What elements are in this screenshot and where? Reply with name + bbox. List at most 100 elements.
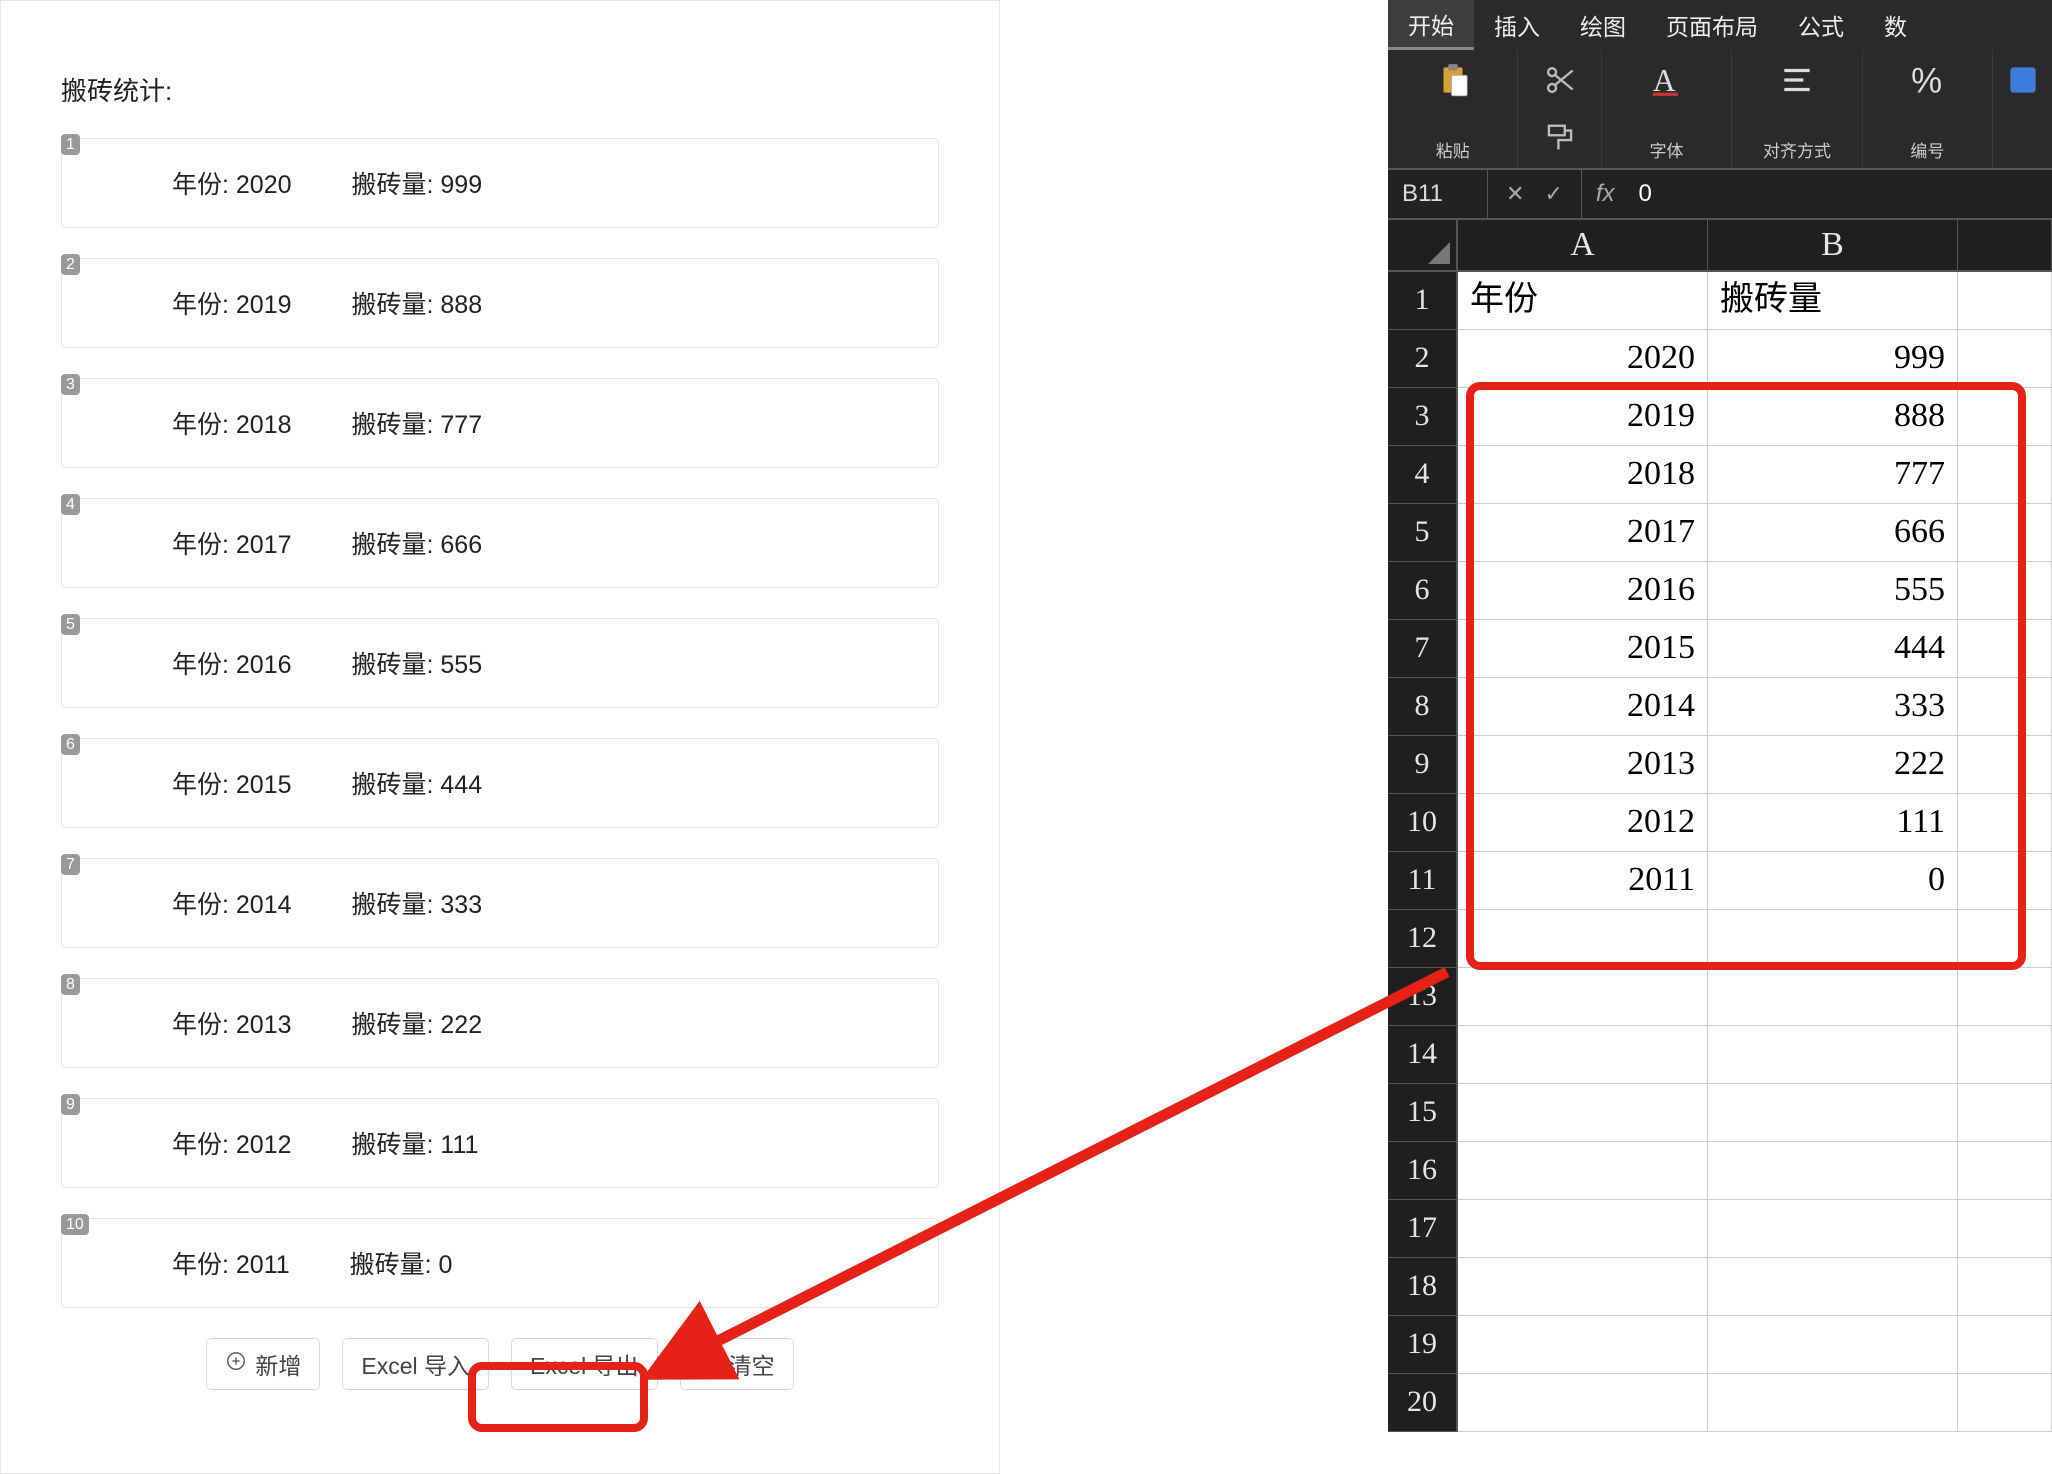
cell[interactable] [1708, 1258, 1958, 1316]
cell[interactable] [1458, 1316, 1708, 1374]
row-header[interactable]: 7 [1388, 620, 1458, 678]
row-header[interactable]: 20 [1388, 1374, 1458, 1432]
cell[interactable] [1958, 620, 2052, 678]
cell[interactable] [1958, 678, 2052, 736]
cell[interactable]: 444 [1708, 620, 1958, 678]
cell[interactable] [1958, 1026, 2052, 1084]
clear-button[interactable]: 清空 [680, 1338, 794, 1390]
ribbon-group-font[interactable]: A 字体 [1602, 50, 1732, 168]
cell[interactable] [1958, 794, 2052, 852]
confirm-icon[interactable]: ✓ [1544, 181, 1562, 207]
cell[interactable] [1458, 1084, 1708, 1142]
cell[interactable]: 666 [1708, 504, 1958, 562]
ribbon-tab[interactable]: 插入 [1474, 0, 1560, 50]
row-header[interactable]: 12 [1388, 910, 1458, 968]
row-header[interactable]: 4 [1388, 446, 1458, 504]
cell[interactable] [1958, 446, 2052, 504]
cell[interactable] [1708, 1084, 1958, 1142]
cell[interactable]: 年份 [1458, 272, 1708, 330]
list-item[interactable]: 10年份: 2011搬砖量: 0 [61, 1218, 939, 1308]
cell[interactable] [1458, 968, 1708, 1026]
excel-export-button[interactable]: Excel 导出 [511, 1338, 658, 1390]
ribbon-group-extra[interactable] [1993, 50, 2052, 168]
ribbon-group-align[interactable]: 对齐方式 [1732, 50, 1862, 168]
cell[interactable]: 2018 [1458, 446, 1708, 504]
cell[interactable]: 2013 [1458, 736, 1708, 794]
cell[interactable]: 2017 [1458, 504, 1708, 562]
cell[interactable] [1458, 910, 1708, 968]
cell[interactable]: 0 [1708, 852, 1958, 910]
row-header[interactable]: 14 [1388, 1026, 1458, 1084]
cell[interactable] [1458, 1200, 1708, 1258]
cell[interactable] [1958, 910, 2052, 968]
cell[interactable] [1458, 1258, 1708, 1316]
list-item[interactable]: 8年份: 2013搬砖量: 222 [61, 978, 939, 1068]
cell[interactable] [1708, 1200, 1958, 1258]
row-header[interactable]: 3 [1388, 388, 1458, 446]
cell[interactable] [1708, 1374, 1958, 1432]
cell[interactable] [1958, 1142, 2052, 1200]
cell[interactable] [1458, 1374, 1708, 1432]
cell[interactable]: 111 [1708, 794, 1958, 852]
row-header[interactable]: 2 [1388, 330, 1458, 388]
row-header[interactable]: 18 [1388, 1258, 1458, 1316]
row-header[interactable]: 13 [1388, 968, 1458, 1026]
row-header[interactable]: 11 [1388, 852, 1458, 910]
cell[interactable]: 999 [1708, 330, 1958, 388]
list-item[interactable]: 6年份: 2015搬砖量: 444 [61, 738, 939, 828]
list-item[interactable]: 5年份: 2016搬砖量: 555 [61, 618, 939, 708]
list-item[interactable]: 9年份: 2012搬砖量: 111 [61, 1098, 939, 1188]
cell[interactable] [1708, 1142, 1958, 1200]
ribbon-tab-partial[interactable]: 数 [1864, 0, 1927, 50]
list-item[interactable]: 3年份: 2018搬砖量: 777 [61, 378, 939, 468]
ribbon-group-paste[interactable]: 粘贴 [1388, 50, 1518, 168]
cell[interactable] [1708, 1026, 1958, 1084]
cell[interactable] [1458, 1026, 1708, 1084]
row-header[interactable]: 9 [1388, 736, 1458, 794]
add-button[interactable]: 新增 [206, 1338, 320, 1390]
name-box[interactable]: B11 [1388, 170, 1488, 218]
cell[interactable] [1458, 1142, 1708, 1200]
row-header[interactable]: 5 [1388, 504, 1458, 562]
column-header[interactable]: A [1458, 220, 1708, 272]
cell[interactable] [1958, 852, 2052, 910]
cell[interactable]: 2016 [1458, 562, 1708, 620]
ribbon-tab[interactable]: 绘图 [1560, 0, 1646, 50]
cell[interactable] [1958, 562, 2052, 620]
cell[interactable] [1708, 968, 1958, 1026]
cell[interactable]: 搬砖量 [1708, 272, 1958, 330]
row-header[interactable]: 8 [1388, 678, 1458, 736]
cell[interactable] [1958, 1084, 2052, 1142]
cell[interactable] [1958, 1258, 2052, 1316]
column-header[interactable]: B [1708, 220, 1958, 272]
cell[interactable]: 2012 [1458, 794, 1708, 852]
column-header-partial[interactable] [1958, 220, 2052, 272]
cell[interactable]: 2015 [1458, 620, 1708, 678]
cell[interactable] [1958, 1316, 2052, 1374]
list-item[interactable]: 4年份: 2017搬砖量: 666 [61, 498, 939, 588]
list-item[interactable]: 1年份: 2020搬砖量: 999 [61, 138, 939, 228]
cell[interactable]: 222 [1708, 736, 1958, 794]
cell[interactable] [1958, 968, 2052, 1026]
cell[interactable]: 777 [1708, 446, 1958, 504]
cell[interactable] [1958, 1200, 2052, 1258]
row-header[interactable]: 16 [1388, 1142, 1458, 1200]
cell[interactable] [1958, 504, 2052, 562]
ribbon-tab[interactable]: 开始 [1388, 0, 1474, 50]
cell[interactable]: 2014 [1458, 678, 1708, 736]
select-all-corner[interactable] [1388, 220, 1458, 272]
spreadsheet-grid[interactable]: AB1年份搬砖量22020999320198884201877752017666… [1388, 220, 2052, 1432]
excel-import-button[interactable]: Excel 导入 [342, 1338, 489, 1390]
cell[interactable] [1958, 272, 2052, 330]
cell[interactable]: 2020 [1458, 330, 1708, 388]
cell[interactable] [1958, 388, 2052, 446]
ribbon-group-clipboard[interactable] [1518, 50, 1601, 168]
cell[interactable] [1708, 1316, 1958, 1374]
cell[interactable] [1708, 910, 1958, 968]
fx-icon[interactable]: fx [1582, 180, 1629, 208]
ribbon-group-number[interactable]: % 编号 [1863, 50, 1993, 168]
cell[interactable]: 333 [1708, 678, 1958, 736]
row-header[interactable]: 15 [1388, 1084, 1458, 1142]
ribbon-tab[interactable]: 页面布局 [1646, 0, 1778, 50]
formula-value[interactable]: 0 [1629, 180, 1662, 208]
